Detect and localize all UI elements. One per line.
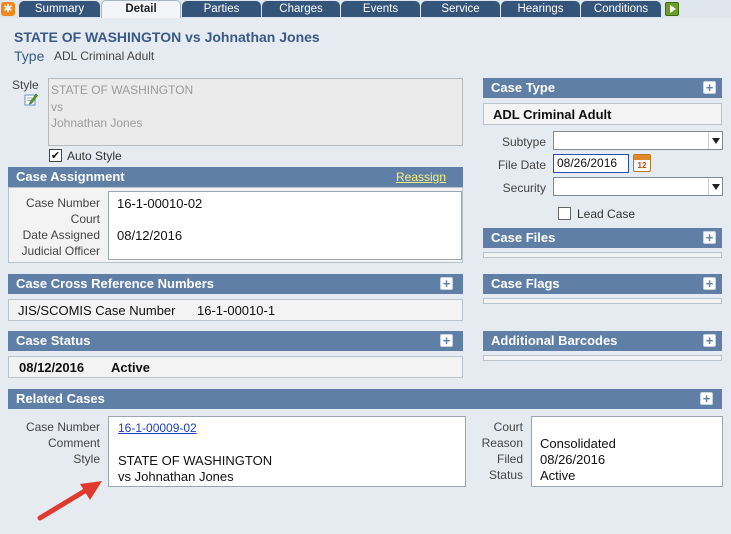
case-status-header: Case Status + — [8, 331, 463, 351]
subtype-dropdown-icon[interactable] — [708, 132, 722, 149]
tab-service[interactable]: Service — [421, 1, 500, 17]
cross-ref-label: JIS/SCOMIS Case Number — [18, 303, 176, 318]
date-assigned-label: Date Assigned — [22, 228, 100, 242]
case-menu-icon[interactable]: ✱ — [1, 2, 15, 16]
tab-bar: ✱ Summary Detail Parties Charges Events … — [0, 0, 731, 18]
case-status-body: 08/12/2016 Active — [8, 356, 463, 378]
style-textarea[interactable]: STATE OF WASHINGTON vs Johnathan Jones — [48, 78, 463, 146]
tab-events[interactable]: Events — [341, 1, 420, 17]
style-line-2: vs — [51, 99, 63, 114]
subtype-label: Subtype — [501, 135, 546, 149]
tab-parties[interactable]: Parties — [182, 1, 261, 17]
calendar-icon[interactable]: 12 — [633, 154, 651, 172]
related-style-line-1: STATE OF WASHINGTON — [118, 453, 273, 468]
case-assignment-title: Case Assignment — [16, 169, 125, 184]
case-files-header: Case Files + — [483, 228, 722, 248]
additional-barcodes-add-icon[interactable]: + — [703, 334, 716, 347]
cross-ref-value: 16-1-00010-1 — [197, 303, 276, 318]
reassign-link[interactable]: Reassign — [396, 167, 446, 187]
case-status-date: 08/12/2016 — [19, 360, 85, 375]
case-number-value: 16-1-00010-02 — [117, 196, 203, 211]
case-type-body: ADL Criminal Adult — [483, 103, 722, 125]
case-number-label: Case Number — [25, 196, 100, 210]
page-title: STATE OF WASHINGTON vs Johnathan Jones — [14, 29, 320, 45]
related-cases-add-icon[interactable]: + — [700, 392, 713, 405]
lead-case-label: Lead Case — [577, 207, 636, 221]
case-status-add-icon[interactable]: + — [440, 334, 453, 347]
related-comment-label: Comment — [47, 436, 100, 450]
related-case-number-label: Case Number — [25, 420, 100, 434]
case-flags-title: Case Flags — [491, 276, 560, 291]
date-assigned-value: 08/12/2016 — [117, 228, 183, 243]
annotation-arrow-icon — [37, 481, 102, 521]
type-value: ADL Criminal Adult — [54, 49, 155, 63]
additional-barcodes-header: Additional Barcodes + — [483, 331, 722, 351]
tab-detail[interactable]: Detail — [101, 0, 181, 18]
related-status-value: Active — [540, 468, 576, 483]
file-date-label: File Date — [497, 158, 546, 172]
court-label: Court — [70, 212, 100, 226]
related-status-label: Status — [488, 468, 523, 482]
style-label: Style — [12, 78, 39, 92]
case-files-add-icon[interactable]: + — [703, 231, 716, 244]
related-court-label: Court — [493, 420, 523, 434]
security-dropdown-icon[interactable] — [708, 178, 722, 195]
tab-summary[interactable]: Summary — [19, 1, 100, 17]
tab-hearings[interactable]: Hearings — [501, 1, 580, 17]
tab-charges[interactable]: Charges — [262, 1, 340, 17]
case-assignment-values: 16-1-00010-02 08/12/2016 — [108, 191, 462, 260]
related-style-label: Style — [73, 452, 100, 466]
related-filed-value: 08/26/2016 — [540, 452, 606, 467]
case-status-value: Active — [111, 360, 151, 375]
cross-ref-add-icon[interactable]: + — [440, 277, 453, 290]
case-flags-add-icon[interactable]: + — [703, 277, 716, 290]
judicial-officer-label: Judicial Officer — [21, 244, 100, 258]
auto-style-label: Auto Style — [67, 149, 122, 163]
tab-conditions[interactable]: Conditions — [581, 1, 661, 17]
cross-ref-header: Case Cross Reference Numbers + — [8, 274, 463, 294]
related-reason-value: Consolidated — [540, 436, 616, 451]
related-cases-title: Related Cases — [16, 391, 105, 406]
style-line-1: STATE OF WASHINGTON — [51, 83, 194, 97]
type-label: Type — [14, 48, 45, 64]
related-style-line-2: vs Johnathan Jones — [118, 469, 234, 484]
case-type-title: Case Type — [491, 80, 556, 95]
case-type-value: ADL Criminal Adult — [493, 107, 612, 122]
related-cases-header: Related Cases + — [8, 389, 722, 409]
additional-barcodes-body — [483, 355, 722, 361]
case-files-body — [483, 252, 722, 258]
subtype-select[interactable] — [553, 131, 723, 150]
case-files-title: Case Files — [491, 230, 556, 245]
case-type-add-icon[interactable]: + — [703, 81, 716, 94]
related-reason-label: Reason — [481, 436, 523, 450]
related-filed-label: Filed — [496, 452, 523, 466]
cross-ref-body: JIS/SCOMIS Case Number 16-1-00010-1 — [8, 299, 463, 321]
security-label: Security — [502, 181, 546, 195]
cross-ref-title: Case Cross Reference Numbers — [16, 276, 214, 291]
case-type-header: Case Type + — [483, 78, 722, 98]
edit-style-icon[interactable] — [24, 92, 38, 106]
case-assignment-header: Case Assignment Reassign — [8, 167, 463, 187]
case-flags-body — [483, 298, 722, 304]
auto-style-checkbox[interactable] — [49, 149, 62, 162]
case-flags-header: Case Flags + — [483, 274, 722, 294]
related-case-left-box: 16-1-00009-02 STATE OF WASHINGTON vs Joh… — [108, 416, 466, 487]
related-case-number-link[interactable]: 16-1-00009-02 — [118, 421, 197, 435]
file-date-input[interactable]: 08/26/2016 — [553, 154, 629, 173]
related-case-right-box: Consolidated 08/26/2016 Active — [531, 416, 723, 487]
additional-barcodes-title: Additional Barcodes — [491, 333, 618, 348]
security-select[interactable] — [553, 177, 723, 196]
style-line-3: Johnathan Jones — [51, 116, 143, 130]
lead-case-checkbox[interactable] — [558, 207, 571, 220]
case-status-title: Case Status — [16, 333, 91, 348]
next-tabs-icon[interactable] — [665, 2, 679, 16]
